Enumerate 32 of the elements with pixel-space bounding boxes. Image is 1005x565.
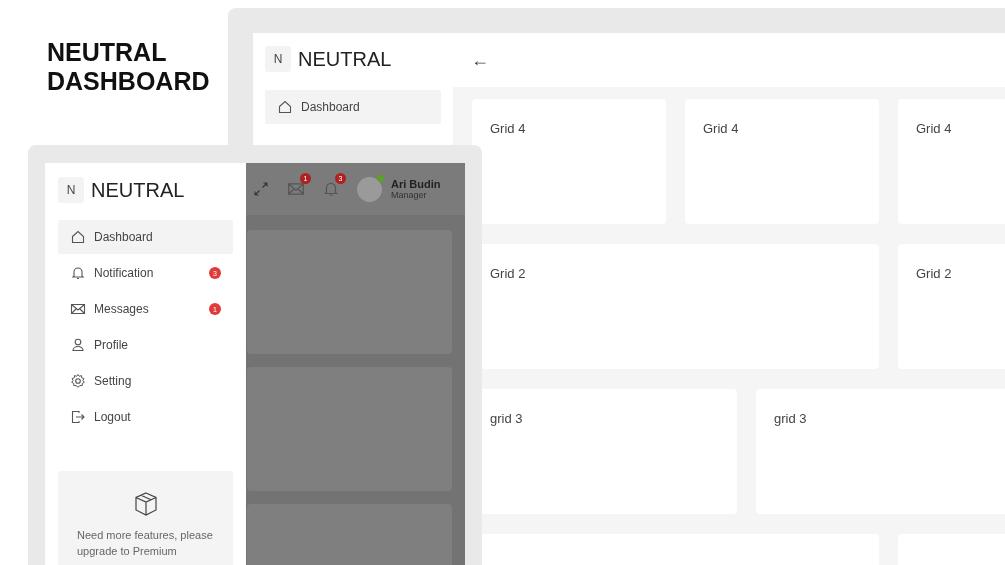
back-button[interactable]: ← <box>471 49 489 71</box>
card-label: Grid 4 <box>916 121 952 136</box>
envelope-icon <box>287 180 305 198</box>
logo-mark: N <box>265 46 291 72</box>
card-label: grid 3 <box>490 411 523 426</box>
brand-name: NEUTRAL <box>298 47 392 71</box>
card-label: Grid 2 <box>916 266 952 281</box>
card-label: Grid 4 <box>490 121 526 136</box>
expand-icon[interactable] <box>252 180 270 198</box>
brand-name: NEUTRAL <box>91 178 185 202</box>
logout-icon <box>70 409 86 425</box>
nav-item[interactable]: Logout <box>58 400 233 434</box>
card-label: Grid 4 <box>703 121 739 136</box>
box-icon <box>132 491 159 517</box>
card-label: grid 3 <box>774 411 807 426</box>
upgrade-message: Need more features, please upgrade to Premium <box>77 528 214 559</box>
home-icon <box>70 229 86 245</box>
user-name: Ari Budin <box>391 178 441 190</box>
nav-item[interactable]: Profile <box>58 328 233 362</box>
envelope-icon <box>70 301 86 317</box>
bell-icon <box>70 265 86 281</box>
home-icon <box>277 99 293 115</box>
user-role: Manager <box>391 190 428 200</box>
person-icon <box>70 337 86 353</box>
page-title: NEUTRAL DASHBOARD <box>47 38 211 96</box>
settings-icon <box>70 373 86 389</box>
logo-mark: N <box>58 177 84 203</box>
nav-item[interactable]: Setting <box>58 364 233 398</box>
bell-icon <box>322 180 340 198</box>
card-label: Grid 2 <box>490 266 526 281</box>
nav-item[interactable]: Dashboard <box>265 90 441 124</box>
nav-item[interactable]: Dashboard <box>58 220 233 254</box>
